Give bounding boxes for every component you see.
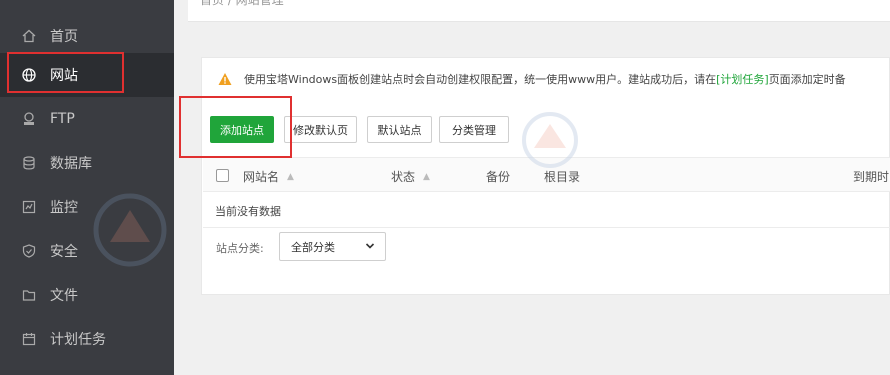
sidebar-item-label: 文件 [50, 288, 78, 304]
sidebar-item-label: 监控 [50, 200, 78, 216]
sort-icon: ▲ [287, 171, 294, 182]
sidebar-item-ftp[interactable]: FTP [0, 97, 174, 141]
site-panel: 使用宝塔Windows面板创建站点时会自动创建权限配置，统一使用www用户。建站… [201, 57, 890, 295]
sidebar-item-monitor[interactable]: 监控 [0, 185, 174, 229]
breadcrumb: 首页 / 网站管理 [200, 0, 284, 7]
sidebar-item-security[interactable]: 安全 [0, 229, 174, 273]
sidebar-item-label: 计划任务 [50, 332, 106, 348]
shield-icon [22, 244, 36, 258]
table-row: 当前没有数据 [203, 192, 890, 228]
home-icon [22, 29, 36, 43]
sidebar-item-database[interactable]: 数据库 [0, 141, 174, 185]
notice-text-suffix: 页面添加定时备 [768, 73, 846, 86]
category-select[interactable]: 全部分类 [279, 232, 386, 261]
column-header-expiry: 到期时 [853, 170, 890, 184]
category-manage-button[interactable]: 分类管理 [439, 116, 509, 143]
chevron-down-icon [365, 241, 375, 251]
category-select-value: 全部分类 [291, 240, 335, 254]
sort-icon: ▲ [423, 171, 430, 182]
column-header-status[interactable]: 状态 ▲ [391, 168, 430, 185]
sidebar-item-label: 安全 [50, 244, 78, 260]
cron-task-link[interactable]: [计划任务] [716, 71, 769, 87]
monitor-icon [22, 200, 36, 214]
warning-icon [218, 72, 232, 86]
folder-icon [22, 288, 36, 302]
column-header-backup: 备份 [486, 170, 511, 184]
select-all-checkbox[interactable] [216, 169, 229, 182]
empty-table-text: 当前没有数据 [215, 205, 281, 218]
sidebar-item-label: 数据库 [50, 156, 92, 172]
highlight-box-sidebar [7, 52, 124, 93]
breadcrumb-bar: 首页 / 网站管理 [188, 0, 890, 22]
default-site-button[interactable]: 默认站点 [367, 116, 432, 143]
sidebar-item-files[interactable]: 文件 [0, 273, 174, 317]
highlight-box-add-site [179, 96, 292, 158]
notice-text: 使用宝塔Windows面板创建站点时会自动创建权限配置，统一使用www用户。建站… [244, 73, 717, 86]
database-icon [22, 156, 36, 170]
notice-bar: 使用宝塔Windows面板创建站点时会自动创建权限配置，统一使用www用户。建站… [218, 71, 846, 87]
sidebar-item-label: 首页 [50, 29, 78, 45]
column-header-site-name[interactable]: 网站名 ▲ [243, 168, 294, 185]
column-header-root-dir: 根目录 [544, 170, 581, 184]
sidebar-item-label: FTP [50, 111, 75, 127]
calendar-icon [22, 332, 36, 346]
category-filter-label: 站点分类: [216, 242, 264, 255]
sidebar-item-cron[interactable]: 计划任务 [0, 317, 174, 361]
ftp-icon [22, 112, 36, 126]
edit-default-page-button[interactable]: 修改默认页 [284, 116, 357, 143]
table-header: 网站名 ▲ 状态 ▲ 备份 根目录 到期时 [203, 157, 890, 192]
